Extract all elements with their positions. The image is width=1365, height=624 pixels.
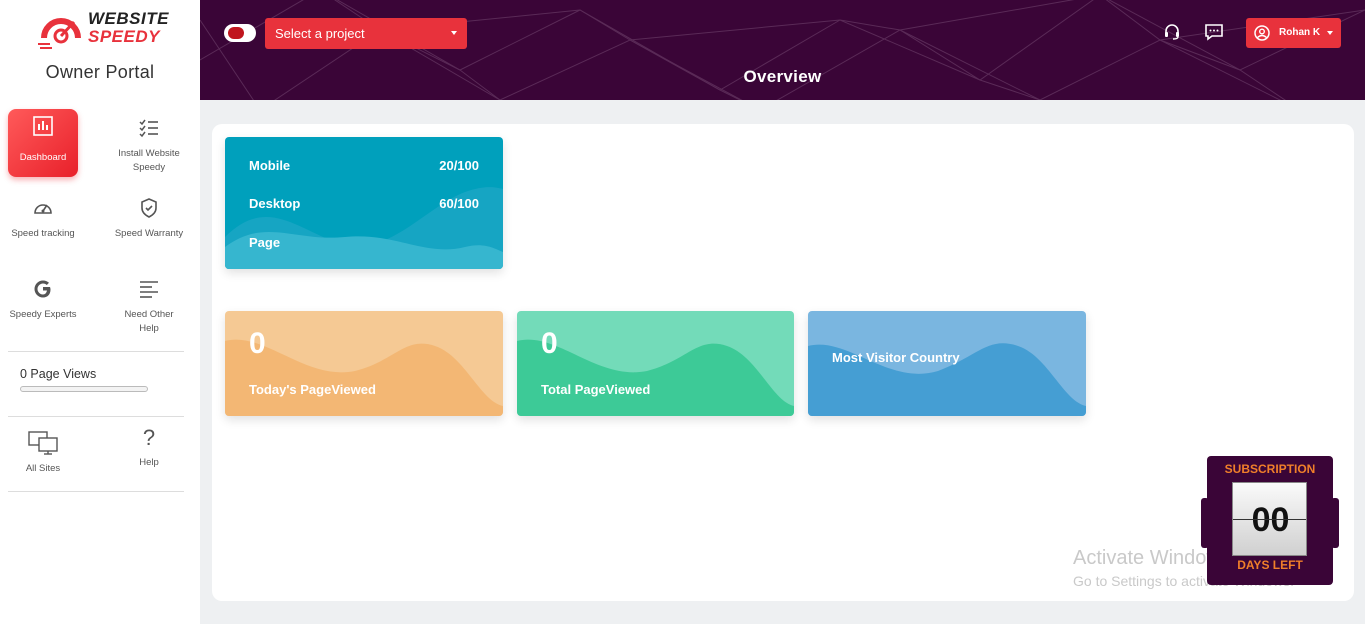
user-menu-button[interactable]: Rohan K (1246, 18, 1341, 48)
bar-chart-icon (33, 116, 53, 136)
counter-split-line (1233, 519, 1306, 520)
days-left-label: DAYS LEFT (1237, 558, 1303, 572)
score-card: Mobile 20/100 Desktop 60/100 Page (225, 137, 503, 269)
sidebar-item-speed-warranty[interactable]: Speed Warranty (114, 189, 184, 257)
score-row-page: Page (249, 235, 479, 250)
theme-toggle[interactable] (224, 24, 256, 42)
sidebar-item-need-help[interactable]: Need Other Help (114, 270, 184, 338)
google-g-icon (34, 280, 51, 298)
score-label: Desktop (249, 196, 301, 211)
chat-icon[interactable] (1204, 22, 1224, 42)
days-counter: 00 (1232, 482, 1307, 556)
most-visitor-country-card: Most Visitor Country (808, 311, 1086, 416)
headset-icon[interactable] (1162, 22, 1182, 42)
wave-decoration (517, 339, 794, 416)
sidebar-item-speedy-experts[interactable]: Speedy Experts (8, 270, 78, 338)
sidebar-item-label: Install Website Speedy (118, 148, 180, 173)
todays-pageviewed-card: 0 Today's PageViewed (225, 311, 503, 416)
monitors-icon (28, 431, 58, 455)
question-icon: ? (142, 425, 156, 450)
total-pageviewed-card: 0 Total PageViewed (517, 311, 794, 416)
user-circle-icon (1254, 25, 1270, 41)
stat-label: Today's PageViewed (249, 382, 376, 397)
brand-logo[interactable]: WEBSITE SPEEDY (38, 8, 168, 54)
score-row-mobile: Mobile 20/100 (249, 158, 479, 173)
project-select[interactable]: Select a project (265, 18, 467, 49)
top-header: Select a project Overview Rohan K (200, 0, 1365, 100)
page-views-label: 0 Page Views (20, 367, 97, 381)
sidebar-item-label: Speed tracking (11, 228, 75, 239)
stat-label: Total PageViewed (541, 382, 651, 397)
score-value: 20/100 (439, 158, 479, 173)
brand-line-2: SPEEDY (88, 27, 160, 46)
stat-label: Most Visitor Country (832, 350, 960, 365)
divider (8, 351, 184, 352)
sidebar-item-label: Dashboard (19, 152, 67, 163)
brand-line-1: WEBSITE (88, 9, 169, 28)
project-select-value: Select a project (275, 26, 365, 41)
sidebar-item-label: All Sites (25, 463, 61, 474)
chevron-down-icon (451, 31, 457, 35)
subscription-widget[interactable]: SUBSCRIPTION 00 DAYS LEFT (1201, 456, 1339, 585)
speedometer-icon (34, 204, 52, 214)
lines-icon (140, 281, 158, 298)
wave-decoration (225, 339, 503, 416)
toggle-knob (228, 27, 244, 39)
portal-title: Owner Portal (45, 62, 155, 82)
sidebar-item-dashboard[interactable]: Dashboard (8, 109, 78, 177)
checklist-icon (139, 119, 158, 138)
sidebar-item-all-sites[interactable]: All Sites (8, 424, 78, 492)
days-value: 00 (1251, 501, 1290, 539)
sidebar-item-label: Help (139, 457, 159, 468)
sidebar: WEBSITE SPEEDY Owner Portal Dashboard In… (0, 0, 200, 624)
sidebar-item-speed-tracking[interactable]: Speed tracking (8, 189, 78, 257)
speedometer-logo-icon (38, 18, 81, 49)
widget-tab (1201, 498, 1209, 548)
divider (8, 491, 184, 492)
page-title: Overview (743, 67, 822, 86)
sidebar-item-label: Speed Warranty (114, 228, 184, 239)
divider (8, 416, 184, 417)
subscription-title: SUBSCRIPTION (1224, 462, 1316, 476)
sidebar-item-install[interactable]: Install Website Speedy (114, 109, 184, 177)
score-label: Page (249, 235, 281, 250)
sidebar-item-label: Need Other Help (124, 309, 174, 334)
score-label: Mobile (249, 158, 291, 173)
stat-value: 0 (541, 327, 558, 360)
shield-check-icon (141, 198, 157, 218)
user-name: Rohan K (1279, 27, 1321, 38)
score-row-desktop: Desktop 60/100 (249, 196, 479, 211)
stat-value: 0 (249, 327, 266, 360)
chevron-down-icon (1327, 31, 1333, 35)
sidebar-item-help[interactable]: ? Help (114, 424, 184, 492)
score-value: 60/100 (439, 196, 479, 211)
page-views-progress (20, 386, 148, 392)
widget-tab (1331, 498, 1339, 548)
sidebar-item-label: Speedy Experts (9, 309, 77, 320)
